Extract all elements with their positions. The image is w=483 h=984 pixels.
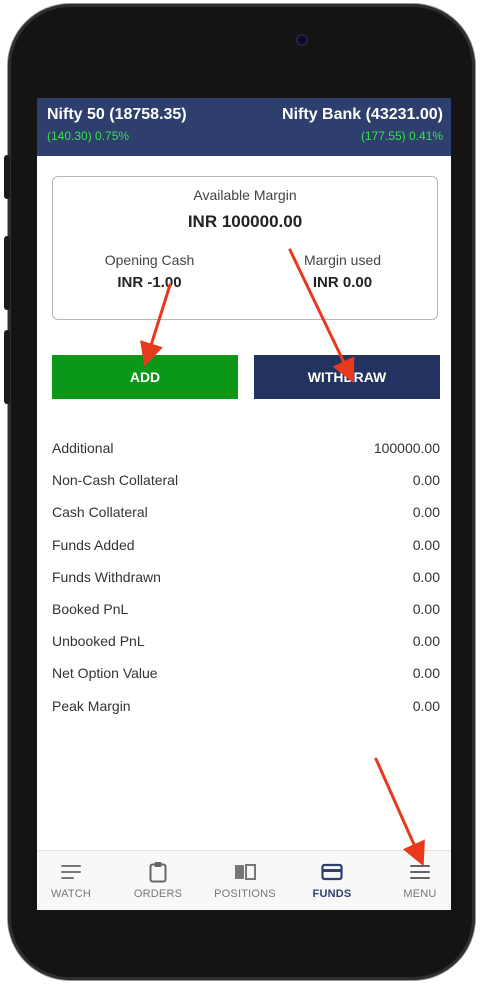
opening-cash-label: Opening Cash	[104, 252, 195, 268]
details-row-value: 0.00	[412, 601, 440, 618]
phone-side-button	[4, 155, 10, 199]
phone-volume-up-button	[4, 236, 10, 310]
details-row-value: 0.00	[412, 504, 440, 521]
margin-used-value: INR 0.00	[312, 274, 373, 291]
bottom-navigation: WATCH ORDERS POSITIONS FUNDS MENU	[37, 850, 451, 910]
nifty-50-change: (140.30) 0.75%	[47, 129, 130, 143]
details-row: Booked PnL 0.00	[52, 593, 440, 625]
details-row-value: 0.00	[412, 536, 440, 553]
phone-volume-down-button	[4, 330, 10, 404]
nifty-50-ticker[interactable]: Nifty 50 (18758.35) (140.30) 0.75%	[47, 105, 187, 144]
details-row: Additional 100000.00	[52, 432, 440, 464]
details-row-label: Cash Collateral	[52, 504, 148, 521]
details-row: Cash Collateral 0.00	[52, 496, 440, 528]
margin-used-label: Margin used	[303, 252, 382, 268]
details-row: Funds Added 0.00	[52, 529, 440, 561]
details-row-label: Peak Margin	[52, 697, 131, 714]
nav-positions-label: POSITIONS	[214, 888, 276, 900]
app-screen: Nifty 50 (18758.35) (140.30) 0.75% Nifty…	[37, 98, 451, 910]
margin-used: Margin used INR 0.00	[246, 252, 439, 291]
nav-positions[interactable]: POSITIONS	[210, 861, 280, 900]
details-row-label: Funds Withdrawn	[52, 568, 161, 585]
nav-watch-label: WATCH	[50, 888, 92, 900]
withdraw-funds-button[interactable]: WITHDRAW	[254, 355, 440, 399]
nav-funds-label: FUNDS	[312, 888, 352, 900]
nav-menu-label: MENU	[403, 888, 437, 900]
details-row-label: Additional	[52, 440, 114, 457]
nav-orders[interactable]: ORDERS	[123, 861, 193, 900]
details-row-label: Booked PnL	[52, 601, 129, 618]
available-margin-value: INR 100000.00	[187, 212, 303, 231]
funds-details-list: Additional 100000.00 Non-Cash Collateral 0…	[52, 432, 440, 722]
add-funds-button[interactable]: ADD	[52, 355, 238, 399]
details-row: Net Option Value 0.00	[52, 657, 440, 689]
available-margin-label: Available Margin	[193, 187, 297, 203]
details-row-value: 0.00	[412, 697, 440, 714]
index-ticker-bar: Nifty 50 (18758.35) (140.30) 0.75% Nifty…	[37, 98, 451, 156]
margin-summary-card: Available Margin INR 100000.00 Opening C…	[52, 176, 438, 320]
details-row-label: Funds Added	[52, 536, 135, 553]
nav-funds[interactable]: FUNDS	[297, 861, 367, 900]
watchlist-icon	[37, 861, 106, 883]
nifty-bank-name: Nifty Bank (43231.00)	[282, 106, 443, 123]
nav-menu[interactable]: MENU	[385, 861, 451, 900]
front-camera	[298, 36, 306, 44]
details-row: Funds Withdrawn 0.00	[52, 561, 440, 593]
nav-watch[interactable]: WATCH	[37, 861, 106, 900]
hamburger-icon	[385, 861, 451, 883]
details-row-value: 100000.00	[373, 440, 440, 457]
details-row-label: Net Option Value	[52, 665, 158, 682]
details-row-value: 0.00	[412, 665, 440, 682]
opening-cash-value: INR -1.00	[117, 274, 182, 291]
details-row-value: 0.00	[412, 568, 440, 585]
nav-orders-label: ORDERS	[133, 888, 183, 900]
nifty-50-name: Nifty 50 (18758.35)	[47, 106, 187, 123]
details-row-value: 0.00	[412, 633, 440, 650]
details-row-label: Non-Cash Collateral	[52, 472, 179, 489]
details-row: Non-Cash Collateral 0.00	[52, 464, 440, 496]
nifty-bank-ticker[interactable]: Nifty Bank (43231.00) (177.55) 0.41%	[282, 105, 443, 144]
clipboard-icon	[123, 861, 193, 883]
book-icon	[210, 861, 280, 883]
card-icon	[297, 861, 367, 883]
opening-cash: Opening Cash INR -1.00	[53, 252, 246, 291]
nifty-bank-change: (177.55) 0.41%	[360, 129, 443, 143]
details-row: Peak Margin 0.00	[52, 690, 440, 722]
details-row-value: 0.00	[412, 472, 440, 489]
details-row-label: Unbooked PnL	[52, 633, 145, 650]
details-row: Unbooked PnL 0.00	[52, 625, 440, 657]
